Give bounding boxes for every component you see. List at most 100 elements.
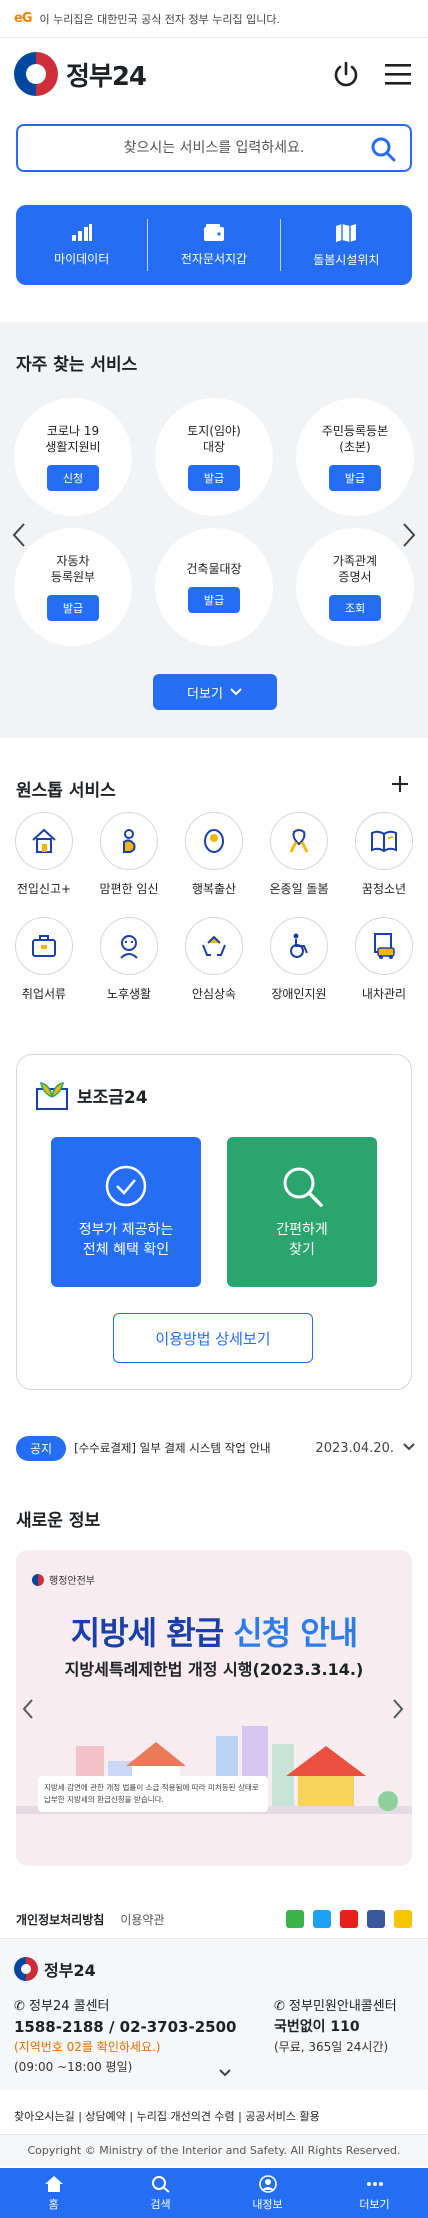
terms-link[interactable]: 이용약관	[120, 1911, 164, 1928]
section-title: 새로운 정보	[16, 1511, 101, 1531]
service-action-button[interactable]: 발급	[188, 465, 240, 491]
nav-more[interactable]: 더보기	[321, 2168, 428, 2218]
next-arrow-icon[interactable]	[392, 1698, 404, 1726]
prev-arrow-icon[interactable]	[12, 522, 26, 554]
quick-links: 마이데이터 전자문서지갑 돌봄시설위치	[16, 205, 412, 285]
search-input[interactable]	[57, 140, 371, 156]
quick-care-map[interactable]: 돌봄시설위치	[281, 223, 412, 268]
quick-label: 마이데이터	[54, 251, 110, 266]
blog-icon[interactable]	[286, 1910, 304, 1928]
user-icon	[258, 2174, 277, 2193]
notice-link[interactable]: [수수료결제] 일부 결제 시스템 작업 안내	[74, 1440, 307, 1456]
nav-my-info[interactable]: 내정보	[214, 2168, 321, 2218]
subsidy-box-label: 간편하게 찾기	[276, 1222, 328, 1258]
onestop-item[interactable]: 노후생활	[99, 917, 159, 1002]
service-card[interactable]: 토지(임야) 대장 발급	[155, 398, 273, 516]
service-name: 주민등록등본 (초본)	[321, 424, 389, 454]
onestop-item[interactable]: 전입신고+	[14, 812, 74, 897]
banner-headline: 지방세 환급 신청 안내	[70, 1614, 358, 1652]
onestop-item[interactable]: 행복출산	[184, 812, 244, 897]
news-banner[interactable]: 행정안전부 지방세 환급 신청 안내 지방세특례제한법 개정 시행(2023.3…	[16, 1550, 412, 1866]
service-name: 가족관계 증명서	[332, 554, 378, 584]
service-card[interactable]: 코로나 19 생활지원비 신청	[14, 398, 132, 516]
search-icon[interactable]	[370, 136, 396, 166]
more-services-button[interactable]: 더보기	[153, 674, 277, 710]
quick-label: 돌봄시설위치	[313, 252, 380, 267]
menu-icon[interactable]	[382, 58, 414, 90]
subsidy-title: 보조금24	[77, 1087, 148, 1108]
service-name: 코로나 19 생활지원비	[45, 424, 101, 454]
briefcase-icon	[15, 917, 73, 975]
nav-home[interactable]: 홈	[0, 2168, 107, 2218]
twitter-icon[interactable]	[313, 1910, 331, 1928]
subsidy-easy-find-button[interactable]: 간편하게 찾기	[227, 1137, 377, 1287]
notice-badge: 공지	[16, 1435, 67, 1461]
site-logo[interactable]: 정부24	[14, 52, 147, 96]
wallet-icon	[203, 223, 224, 241]
ribbon-icon	[270, 812, 328, 870]
onestop-item[interactable]: 취업서류	[14, 917, 74, 1002]
callcenter-phone[interactable]: 국번없이 110	[274, 2017, 397, 2037]
onestop-label: 온종일 돌봄	[269, 882, 329, 896]
service-action-button[interactable]: 발급	[47, 595, 99, 621]
taegeuk-logo-icon	[14, 1957, 38, 1981]
service-card[interactable]: 자동차 등록원부 발급	[14, 528, 132, 646]
service-action-button[interactable]: 발급	[188, 587, 240, 613]
chevron-down-icon[interactable]	[218, 2063, 232, 2082]
phone-icon: ✆	[274, 1999, 290, 2014]
next-arrow-icon[interactable]	[402, 522, 416, 554]
onestop-item[interactable]: 온종일 돌봄	[269, 812, 329, 897]
map-icon	[336, 223, 357, 242]
frequent-services: 자주 찾는 서비스 코로나 19 생활지원비 신청 토지(임야) 대장 발급 주…	[0, 322, 428, 738]
onestop-item[interactable]: 내차관리	[354, 917, 414, 1002]
onestop-label: 전입신고+	[16, 882, 72, 896]
nav-search[interactable]: 검색	[107, 2168, 214, 2218]
service-action-button[interactable]: 신청	[47, 465, 99, 491]
taegeuk-logo-icon	[14, 52, 58, 96]
ministry-name: 행정안전부	[49, 1576, 95, 1587]
ministry-logo-icon	[32, 1573, 44, 1586]
search-bar	[16, 124, 412, 172]
banner-note: 지방세 감면에 관한 개정 법률이 소급 적용됨에 따라 미처등된 상태로 납부…	[38, 1776, 268, 1812]
search-icon	[283, 1167, 323, 1207]
more-icon	[366, 2181, 383, 2186]
callcenter-hours: (09:00 ~18:00 평일)	[14, 2060, 133, 2074]
onestop-item[interactable]: 맘편한 임신	[99, 812, 159, 897]
onestop-label: 행복출산	[191, 882, 237, 896]
power-icon[interactable]	[330, 58, 362, 90]
youtube-icon[interactable]	[340, 1910, 358, 1928]
onestop-item[interactable]: 꿈청소년	[354, 812, 414, 897]
chart-bars-icon	[71, 223, 92, 241]
subsidy-all-benefits-button[interactable]: 정부가 제공하는 전체 혜택 확인	[51, 1137, 201, 1287]
privacy-link[interactable]: 개인정보처리방침	[16, 1911, 104, 1928]
banner-text: 이 누리집은 대한민국 공식 전자 정부 누리집 입니다.	[39, 12, 281, 26]
chevron-down-icon[interactable]	[402, 1441, 416, 1455]
onestop-label: 맘편한 임신	[99, 882, 159, 896]
service-action-button[interactable]: 발급	[329, 465, 381, 491]
callcenter-110: ✆ 정부민원안내콜센터 국번없이 110 (무료, 365일 24시간)	[274, 1997, 397, 2057]
kakao-icon[interactable]	[394, 1910, 412, 1928]
onestop-item[interactable]: 안심상속	[184, 917, 244, 1002]
service-card[interactable]: 건축물대장 발급	[155, 528, 273, 646]
onestop-label: 안심상속	[191, 987, 237, 1001]
prev-arrow-icon[interactable]	[22, 1698, 34, 1726]
bottom-nav: 홈 검색 내정보 더보기	[0, 2168, 428, 2218]
plus-icon[interactable]	[390, 774, 410, 798]
service-card[interactable]: 주민등록등본 (초본) 발급	[296, 398, 414, 516]
facebook-icon[interactable]	[367, 1910, 385, 1928]
wheelchair-icon	[270, 917, 328, 975]
subsidy-box-label: 정부가 제공하는 전체 혜택 확인	[78, 1222, 174, 1258]
onestop-item[interactable]: 장애인지원	[269, 917, 329, 1002]
pregnancy-icon	[100, 812, 158, 870]
quick-wallet[interactable]: 전자문서지갑	[148, 223, 279, 267]
search-icon	[151, 2175, 170, 2193]
usage-guide-button[interactable]: 이용방법 상세보기	[113, 1313, 313, 1363]
callcenter-phone[interactable]: 1588-2188 / 02-3703-2500	[14, 2017, 236, 2037]
section-title: 원스톱 서비스	[16, 781, 116, 801]
service-action-button[interactable]: 조회	[329, 595, 381, 621]
footer-sublinks[interactable]: 찾아오시는길 | 상담예약 | 누리집 개선의견 수렴 | 공공서비스 활용	[14, 2108, 320, 2124]
service-card[interactable]: 가족관계 증명서 조회	[296, 528, 414, 646]
subsidy-card: 보조금24 정부가 제공하는 전체 혜택 확인 간편하게 찾기 이용방법 상세보…	[16, 1054, 412, 1390]
onestop-label: 내차관리	[361, 987, 407, 1001]
quick-mydata[interactable]: 마이데이터	[16, 223, 147, 267]
